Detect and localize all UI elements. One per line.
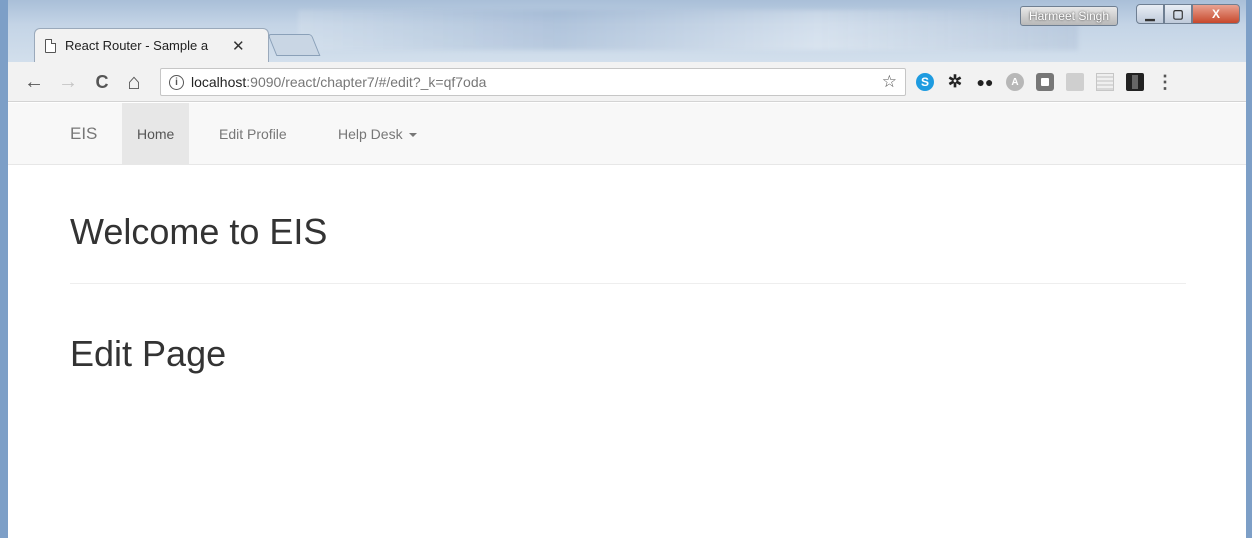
menu-icon[interactable]: ⋮ xyxy=(1156,72,1174,92)
nav-edit-profile[interactable]: Edit Profile xyxy=(204,103,302,165)
home-icon[interactable]: ⌂ xyxy=(122,69,146,94)
nav-help-desk-label: Help Desk xyxy=(338,126,403,142)
url-path: :9090/react/chapter7/#/edit?_k=qf7oda xyxy=(246,74,487,90)
page-icon xyxy=(45,38,56,53)
trello-icon[interactable] xyxy=(1066,73,1084,91)
info-icon[interactable]: i xyxy=(169,74,184,90)
nav-home[interactable]: Home xyxy=(122,103,190,165)
back-icon[interactable]: ← xyxy=(22,70,46,94)
window-controls: ▁ ▢ X xyxy=(1136,4,1240,26)
browser-tab[interactable]: React Router - Sample a ✕ xyxy=(34,28,269,62)
browser-toolbar: ← → C ⌂ i localhost:9090/react/chapter7/… xyxy=(8,62,1246,102)
brand-link[interactable]: EIS xyxy=(70,103,97,165)
background-blur xyxy=(298,10,1078,50)
grid-icon[interactable] xyxy=(1096,73,1114,91)
section-title: Edit Page xyxy=(70,333,227,374)
caret-down-icon xyxy=(408,133,417,138)
angular-icon[interactable]: A xyxy=(1006,73,1024,91)
new-tab-button[interactable] xyxy=(267,34,321,56)
skype-icon[interactable]: S xyxy=(916,73,934,91)
reload-icon[interactable]: C xyxy=(90,70,114,94)
forward-icon[interactable]: → xyxy=(56,70,80,94)
url-host: localhost xyxy=(191,74,247,90)
browser-window: React Router - Sample a ✕ Harmeet Singh … xyxy=(0,0,1252,538)
gear-icon[interactable]: ✲ xyxy=(946,72,964,91)
title-bar: React Router - Sample a ✕ Harmeet Singh … xyxy=(8,0,1246,62)
film-icon[interactable] xyxy=(1126,73,1144,91)
page-title: Welcome to EIS xyxy=(70,211,328,252)
app-navbar: EIS Home Edit Profile Help Desk xyxy=(8,103,1246,165)
square-icon[interactable] xyxy=(1036,73,1054,91)
minimize-button[interactable]: ▁ xyxy=(1136,4,1164,24)
page-content: EIS Home Edit Profile Help Desk Welcome … xyxy=(8,103,1246,538)
bookmark-star-icon[interactable]: ☆ xyxy=(882,72,897,92)
user-badge[interactable]: Harmeet Singh xyxy=(1020,6,1118,26)
maximize-button[interactable]: ▢ xyxy=(1164,4,1192,24)
close-window-button[interactable]: X xyxy=(1192,4,1240,24)
tab-close-icon[interactable]: ✕ xyxy=(232,37,245,55)
nav-help-desk[interactable]: Help Desk xyxy=(323,103,432,165)
tab-title: React Router - Sample a xyxy=(65,38,209,53)
address-bar[interactable]: i localhost:9090/react/chapter7/#/edit?_… xyxy=(160,68,906,96)
divider xyxy=(70,283,1186,284)
mask-icon[interactable]: ●● xyxy=(976,73,994,91)
